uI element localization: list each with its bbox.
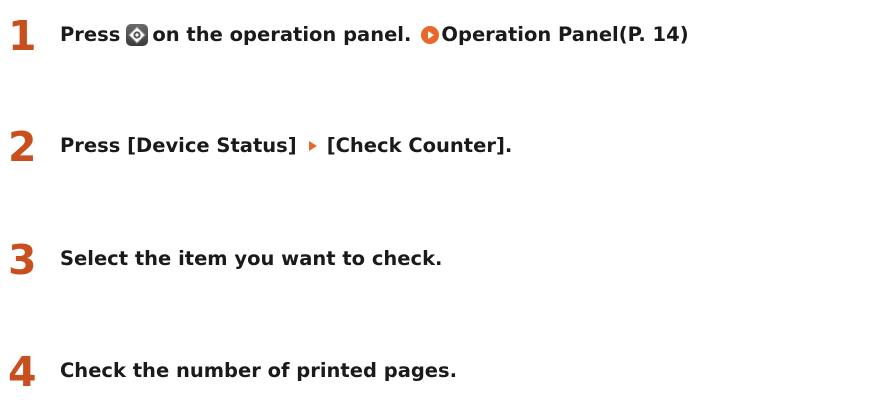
menu-arrow-icon	[308, 141, 317, 151]
step-instruction: Select the item you want to check.	[60, 247, 443, 270]
step-number: 4	[8, 348, 37, 396]
step-instruction: Press on the operation panel. Operation …	[60, 21, 689, 49]
step-number: 1	[8, 12, 37, 60]
step-2: 2 Press [Device Status] [Check Counter].	[0, 123, 885, 183]
link-arrow-icon	[421, 26, 440, 44]
step-text-part2: [Check Counter].	[326, 134, 513, 157]
step-number: 3	[8, 236, 37, 284]
step-instruction: Check the number of printed pages.	[60, 359, 458, 382]
step-text-part1: Press [Device Status]	[60, 134, 297, 157]
step-number: 2	[8, 123, 37, 171]
step-1: 1 Press on the operation panel. Operatio…	[0, 12, 885, 72]
step-text-after-icon: on the operation panel.	[152, 23, 412, 46]
step-3: 3 Select the item you want to check.	[0, 236, 885, 296]
step-text-press: Press	[60, 23, 121, 46]
step-4: 4 Check the number of printed pages.	[0, 348, 885, 408]
home-button-icon	[126, 24, 149, 46]
step-instruction: Press [Device Status] [Check Counter].	[60, 132, 512, 160]
operation-panel-link[interactable]: Operation Panel(P. 14)	[441, 21, 688, 49]
